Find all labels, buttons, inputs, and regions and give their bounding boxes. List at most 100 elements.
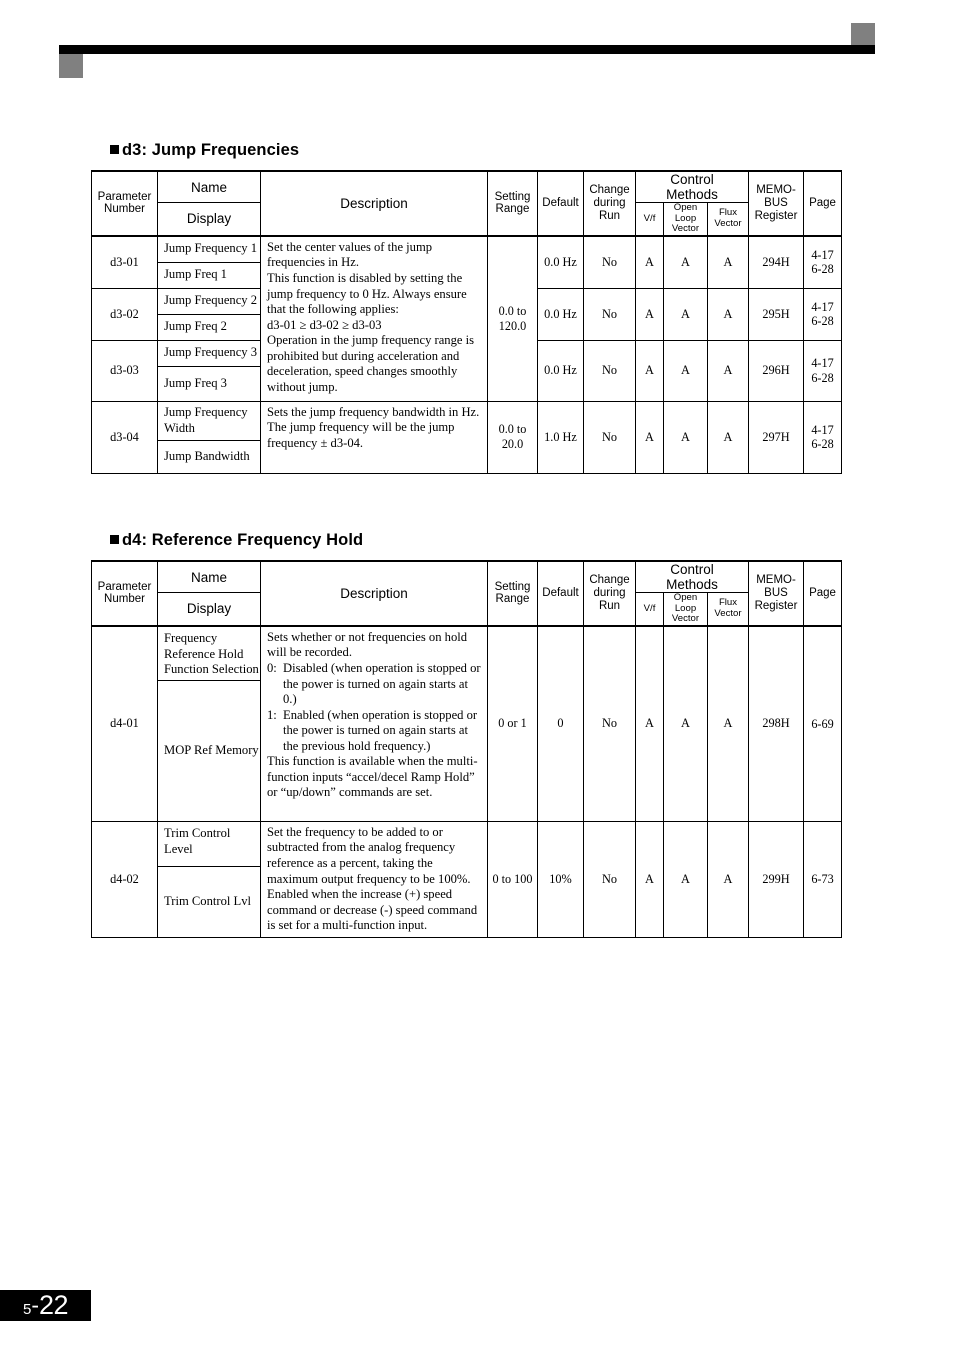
column-header-control-methods: Control Methods: [635, 560, 749, 594]
cell-olv-d3-03: A: [663, 339, 708, 402]
cell-display-d3-02: Jump Freq 2: [157, 313, 261, 341]
cell-parameter-number-d3-03: d3-03: [91, 339, 158, 402]
cell-parameter-number-d4-01: d4-01: [91, 624, 158, 822]
cell-vf-d4-02: A: [635, 820, 664, 938]
section-heading-d3-label: d3: Jump Frequencies: [122, 141, 300, 159]
bullet-square-icon: [110, 535, 119, 544]
column-header-setting-range: Setting Range: [487, 560, 538, 627]
cell-default-d3-02: 0.0 Hz: [537, 287, 584, 341]
cell-name-d3-03: Jump Frequency 3: [157, 339, 261, 367]
cell-fv-d3-03: A: [707, 339, 749, 402]
cell-vf-d4-01: A: [635, 624, 664, 822]
table-header-row-primary: Parameter Number Name Description Settin…: [91, 560, 842, 627]
column-header-open-loop-vector: Open Loop Vector: [663, 592, 708, 627]
section-heading-d4: d4: Reference Frequency Hold: [110, 531, 363, 550]
cell-display-d3-03: Jump Freq 3: [157, 365, 261, 402]
cell-fv-d4-01: A: [707, 624, 749, 822]
cell-name-d4-01: Frequency Reference Hold Function Select…: [157, 624, 261, 681]
option-1-marker: 1:: [267, 707, 277, 722]
column-header-setting-range: Setting Range: [487, 170, 538, 237]
page-number: 22: [38, 1290, 69, 1320]
cell-olv-d4-02: A: [663, 820, 708, 938]
cell-fv-d3-04: A: [707, 400, 749, 474]
column-header-name: Name: [157, 560, 261, 594]
column-header-change-during-run: Change during Run: [583, 560, 636, 627]
cell-olv-d3-02: A: [663, 287, 708, 341]
cell-page-d4-02: 6-73: [803, 820, 842, 938]
cell-default-d3-01: 0.0 Hz: [537, 234, 584, 289]
cell-name-d4-02: Trim Control Level: [157, 820, 261, 867]
table-row-d4-02-name: d4-02 Trim Control Level Set the frequen…: [91, 820, 842, 938]
cell-olv-d4-01: A: [663, 624, 708, 822]
cell-fv-d4-02: A: [707, 820, 749, 938]
cell-name-d3-02: Jump Frequency 2: [157, 287, 261, 315]
cell-page-d3-01: 4-17 6-28: [803, 234, 842, 289]
column-header-open-loop-vector: Open Loop Vector: [663, 202, 708, 237]
cell-register-d4-02: 299H: [748, 820, 804, 938]
section-heading-d4-label: d4: Reference Frequency Hold: [122, 531, 364, 549]
cell-register-d3-03: 296H: [748, 339, 804, 402]
cell-description-jump-width: Sets the jump frequency bandwidth in Hz.…: [260, 400, 488, 474]
description-outro: This function is available when the mult…: [267, 754, 478, 800]
column-header-page: Page: [803, 560, 842, 627]
column-header-change-during-run: Change during Run: [583, 170, 636, 237]
cell-default-d3-04: 1.0 Hz: [537, 400, 584, 474]
cell-page-d4-01: 6-69: [803, 624, 842, 822]
table-row-d4-01-name: d4-01 Frequency Reference Hold Function …: [91, 624, 842, 822]
cell-parameter-number-d3-04: d3-04: [91, 400, 158, 474]
column-header-description: Description: [260, 170, 488, 237]
cell-vf-d3-01: A: [635, 234, 664, 289]
cell-page-d3-03: 4-17 6-28: [803, 339, 842, 402]
cell-description-d4-02: Set the frequency to be added to or subt…: [260, 820, 488, 938]
cell-setting-range-d4-02: 0 to 100: [487, 820, 538, 938]
option-0-text: Disabled (when operation is stopped or t…: [283, 660, 481, 707]
cell-register-d3-01: 294H: [748, 234, 804, 289]
column-header-default: Default: [537, 560, 584, 627]
cell-default-d4-02: 10%: [537, 820, 584, 938]
table-row-d3-04-name: d3-04 Jump Frequency Width Sets the jump…: [91, 400, 842, 474]
option-0-marker: 0:: [267, 660, 277, 675]
cell-setting-range-d4-01: 0 or 1: [487, 624, 538, 822]
cell-parameter-number-d3-02: d3-02: [91, 287, 158, 341]
cell-parameter-number-d3-01: d3-01: [91, 234, 158, 289]
description-option-1: 1: Enabled (when operation is stopped or…: [267, 708, 482, 755]
cell-name-d3-04: Jump Frequency Width: [157, 400, 261, 441]
column-header-display: Display: [157, 592, 261, 627]
cell-display-d3-04: Jump Bandwidth: [157, 439, 261, 474]
cell-change-d3-03: No: [583, 339, 636, 402]
bullet-square-icon: [110, 145, 119, 154]
cell-name-d3-01: Jump Frequency 1: [157, 234, 261, 263]
parameter-table-d3: Parameter Number Name Description Settin…: [91, 170, 842, 474]
cell-change-d3-01: No: [583, 234, 636, 289]
cell-change-d4-02: No: [583, 820, 636, 938]
description-option-0: 0: Disabled (when operation is stopped o…: [267, 661, 482, 708]
column-header-control-methods: Control Methods: [635, 170, 749, 204]
cell-vf-d3-04: A: [635, 400, 664, 474]
cell-description-jump-frequency: Set the center values of the jump freque…: [260, 234, 488, 402]
column-header-vf: V/f: [635, 202, 664, 237]
header-square-top-right: [851, 23, 875, 45]
column-header-default: Default: [537, 170, 584, 237]
parameter-table-d4: Parameter Number Name Description Settin…: [91, 560, 842, 938]
cell-default-d3-03: 0.0 Hz: [537, 339, 584, 402]
page-number-badge: 5-22: [0, 1290, 91, 1321]
cell-setting-range-d3-01-03: 0.0 to 120.0: [487, 234, 538, 402]
description-intro: Sets whether or not frequencies on hold …: [267, 629, 471, 660]
cell-register-d3-02: 295H: [748, 287, 804, 341]
table-header-row-primary: Parameter Number Name Description Settin…: [91, 170, 842, 237]
column-header-memobus-register: MEMO- BUS Register: [748, 560, 804, 627]
section-heading-d3: d3: Jump Frequencies: [110, 141, 299, 160]
column-header-name: Name: [157, 170, 261, 204]
cell-display-d3-01: Jump Freq 1: [157, 261, 261, 289]
cell-change-d4-01: No: [583, 624, 636, 822]
column-header-vf: V/f: [635, 592, 664, 627]
column-header-page: Page: [803, 170, 842, 237]
cell-page-d3-04: 4-17 6-28: [803, 400, 842, 474]
cell-register-d3-04: 297H: [748, 400, 804, 474]
cell-vf-d3-03: A: [635, 339, 664, 402]
cell-register-d4-01: 298H: [748, 624, 804, 822]
column-header-parameter-number: Parameter Number: [91, 170, 158, 237]
column-header-parameter-number: Parameter Number: [91, 560, 158, 627]
cell-display-d4-02: Trim Control Lvl: [157, 865, 261, 938]
cell-fv-d3-02: A: [707, 287, 749, 341]
